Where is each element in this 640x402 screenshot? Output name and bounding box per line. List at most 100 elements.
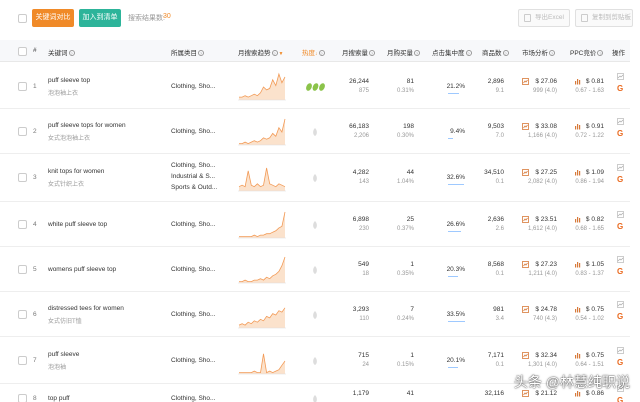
- row-checkbox[interactable]: [18, 355, 27, 365]
- trend-chart[interactable]: [238, 72, 286, 102]
- select-all-checkbox[interactable]: [18, 14, 27, 23]
- header-checkbox[interactable]: [18, 47, 27, 56]
- google-search-icon[interactable]: G: [617, 312, 623, 321]
- category-text[interactable]: Industrial & S...: [171, 173, 215, 180]
- table-row[interactable]: 5 womens puff sleeve top Clothing, Sho... 5…: [0, 247, 640, 292]
- google-search-icon[interactable]: G: [617, 129, 623, 138]
- col-products[interactable]: 商品数?: [482, 47, 509, 57]
- table-row[interactable]: 2 puff sleeve tops for women 女式泡泡袖上衣 Clothi…: [0, 109, 640, 154]
- scrollbar-track[interactable]: [630, 40, 640, 402]
- download-icon: [524, 14, 531, 22]
- keyword-link[interactable]: womens puff sleeve top: [48, 266, 116, 273]
- ppc-range: 0.83 - 1.37: [575, 270, 604, 277]
- row-checkbox[interactable]: [18, 81, 27, 91]
- keyword-link[interactable]: knit tops for women: [48, 168, 104, 175]
- row-checkbox[interactable]: [18, 309, 27, 319]
- col-market[interactable]: 市场分析?: [522, 47, 555, 57]
- products-sub: 9.1: [495, 87, 504, 94]
- keyword-link[interactable]: top puff: [48, 395, 70, 402]
- col-monthly-buy[interactable]: 月购买量?: [387, 47, 420, 57]
- col-monthly-search[interactable]: 月搜索量?: [342, 47, 375, 57]
- market-chart-icon[interactable]: [522, 77, 529, 85]
- google-search-icon[interactable]: G: [617, 84, 623, 93]
- monthly-search-value: 3,293: [352, 305, 369, 313]
- keyword-link[interactable]: puff sleeve tops for women: [48, 122, 126, 129]
- table-row[interactable]: 1 puff sleeve top 泡泡袖上衣 Clothing, Sho... 26,…: [0, 64, 640, 109]
- category-text[interactable]: Clothing, Sho...: [171, 311, 215, 318]
- ppc-bar-icon[interactable]: [574, 216, 581, 223]
- market-chart-icon[interactable]: [522, 305, 529, 313]
- trend-view-icon[interactable]: [617, 255, 624, 263]
- category-text[interactable]: Clothing, Sho...: [171, 395, 215, 402]
- market-chart-icon[interactable]: [522, 169, 529, 176]
- category-text[interactable]: Sports & Outd...: [171, 184, 217, 191]
- keyword-link[interactable]: puff sleeve top: [48, 77, 90, 84]
- market-chart-icon[interactable]: [522, 122, 529, 130]
- google-search-icon[interactable]: G: [617, 175, 623, 184]
- watermark: 头条 @林慧纯职说: [513, 374, 630, 390]
- trend-view-icon[interactable]: [617, 346, 624, 354]
- category-text[interactable]: Clothing, Sho...: [171, 266, 215, 273]
- market-reviews: 999 (4.0): [532, 87, 557, 94]
- trend-chart[interactable]: [238, 210, 286, 240]
- ctr-level-bar: [448, 137, 453, 139]
- table-row[interactable]: 4 white puff sleeve top Clothing, Sho... 6,…: [0, 202, 640, 247]
- ppc-bar-icon[interactable]: [574, 306, 581, 313]
- category-text[interactable]: Clothing, Sho...: [171, 221, 215, 228]
- row-checkbox[interactable]: [18, 173, 27, 182]
- category-text[interactable]: Clothing, Sho...: [171, 357, 215, 364]
- trend-chart[interactable]: [238, 384, 286, 402]
- copy-clipboard-button[interactable]: 复制到剪贴板: [575, 9, 633, 27]
- ppc-bar-icon[interactable]: [574, 78, 581, 85]
- trend-view-icon[interactable]: [617, 164, 624, 171]
- google-search-icon[interactable]: G: [617, 396, 623, 402]
- keyword-link[interactable]: puff sleeve: [48, 351, 79, 358]
- add-to-list-button[interactable]: 加入到清单: [79, 9, 121, 27]
- row-checkbox[interactable]: [18, 126, 27, 136]
- col-hot[interactable]: 热度↓?: [302, 47, 325, 57]
- monthly-search-sub: 110: [359, 315, 369, 322]
- market-chart-icon[interactable]: [522, 260, 529, 268]
- market-chart-icon[interactable]: [522, 351, 529, 359]
- trend-chart[interactable]: [238, 300, 286, 330]
- trend-chart[interactable]: [238, 117, 286, 147]
- row-checkbox[interactable]: [18, 219, 27, 229]
- category-text[interactable]: Clothing, Sho...: [171, 128, 215, 135]
- monthly-buy-sub: 1.04%: [396, 179, 414, 185]
- col-trend[interactable]: 月搜索趋势? ▼: [238, 47, 283, 57]
- ctr-value: 9.4%: [450, 127, 465, 135]
- trend-chart[interactable]: [238, 163, 286, 193]
- export-excel-button[interactable]: 导出Excel: [518, 9, 570, 27]
- category-text[interactable]: Clothing, Sho...: [171, 83, 215, 90]
- trend-chart[interactable]: [238, 255, 286, 285]
- monthly-buy-sub: 0.35%: [396, 270, 414, 277]
- row-checkbox[interactable]: [18, 264, 27, 274]
- google-search-icon[interactable]: G: [617, 222, 623, 231]
- keyword-link[interactable]: distressed tees for women: [48, 305, 124, 312]
- ppc-bar-icon[interactable]: [574, 123, 581, 130]
- table-row[interactable]: 6 distressed tees for women 女式仿旧T恤 Clothing…: [0, 292, 640, 337]
- col-category[interactable]: 所属类目?: [171, 47, 204, 57]
- trend-view-icon[interactable]: [617, 117, 624, 125]
- monthly-buy-value: 81: [406, 77, 414, 85]
- trend-view-icon[interactable]: [617, 300, 624, 308]
- table-row[interactable]: 3 knit tops for women 女式针织上衣 Clothing, Sho.…: [0, 154, 640, 202]
- row-checkbox[interactable]: [18, 394, 27, 402]
- help-icon: ?: [198, 50, 204, 56]
- ppc-bar-icon[interactable]: [574, 352, 581, 359]
- market-chart-icon[interactable]: [522, 215, 529, 223]
- ppc-bar-icon[interactable]: [574, 261, 581, 268]
- trend-view-icon[interactable]: [617, 210, 624, 218]
- google-search-icon[interactable]: G: [617, 358, 623, 367]
- trend-chart[interactable]: [238, 346, 286, 376]
- google-search-icon[interactable]: G: [617, 267, 623, 276]
- col-keyword[interactable]: 关键词?: [48, 47, 75, 57]
- trend-view-icon[interactable]: [617, 72, 624, 80]
- compare-keywords-button[interactable]: 关键词对比: [32, 9, 74, 27]
- col-ctr[interactable]: 点击集中度?: [432, 47, 472, 57]
- category-text[interactable]: Clothing, Sho...: [171, 162, 215, 169]
- keyword-link[interactable]: white puff sleeve top: [48, 221, 107, 228]
- col-ppc[interactable]: PPC竞价?: [570, 47, 604, 57]
- hot-empty-icon: [313, 174, 317, 182]
- ppc-bar-icon[interactable]: [574, 169, 581, 176]
